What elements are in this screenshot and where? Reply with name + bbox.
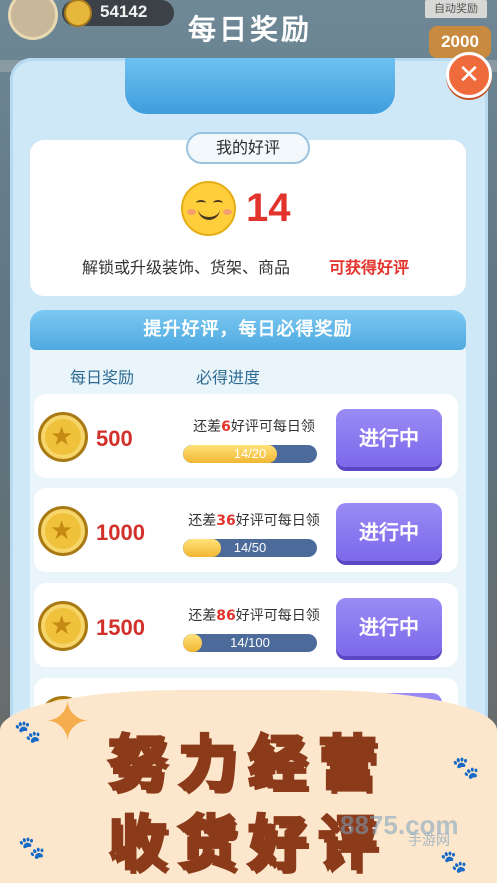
reward-amount: 1000 [96, 520, 145, 545]
smiley-icon [181, 181, 236, 236]
reward-amount: 500 [96, 426, 133, 451]
reward-banner: 提升好评，每日必得奖励 [30, 310, 466, 350]
in-progress-button[interactable]: 进行中 [336, 598, 442, 656]
reward-amount: 1500 [96, 615, 145, 640]
requirement-prefix: 还差 [188, 608, 217, 624]
requirement-suffix: 好评可每日领 [235, 513, 320, 529]
reward-row: ★ 1000 还差36好评可每日领 14/50 进行中 [34, 488, 458, 572]
review-count: 14 [246, 186, 291, 230]
auto-reward-label: 自动奖励 [425, 0, 487, 18]
progress-bar: 14/50 [183, 539, 317, 557]
coin-icon [64, 0, 92, 27]
requirement-number: 6 [221, 419, 231, 435]
reward-requirement: 还差6好评可每日领 [174, 416, 334, 436]
progress-bar: 14/100 [183, 634, 317, 652]
column-header-reward: 每日奖励 [70, 368, 135, 387]
reward-requirement: 还差36好评可每日领 [174, 510, 334, 530]
watermark-sub: 手游网 [408, 833, 450, 849]
in-progress-button[interactable]: 进行中 [336, 409, 442, 467]
requirement-prefix: 还差 [193, 419, 222, 435]
requirement-number: 36 [216, 513, 236, 529]
progress-bar: 14/20 [183, 445, 317, 463]
coin-icon: ★ [38, 412, 88, 462]
requirement-number: 86 [216, 608, 236, 624]
requirement-prefix: 还差 [188, 513, 217, 529]
reward-row: ★ 500 还差6好评可每日领 14/20 进行中 [34, 394, 458, 478]
coin-icon: ★ [38, 506, 88, 556]
requirement-suffix: 好评可每日领 [235, 608, 320, 624]
reward-row: ★ 1500 还差86好评可每日领 14/100 进行中 [34, 583, 458, 667]
promo-line-1: 努力经营 [107, 728, 389, 799]
column-header-progress: 必得进度 [196, 368, 261, 387]
progress-label: 14/100 [230, 635, 270, 650]
avatar[interactable] [8, 0, 58, 40]
my-reviews-label: 我的好评 [186, 132, 310, 164]
progress-label: 14/20 [233, 446, 267, 461]
modal-header [125, 58, 395, 114]
close-icon: ✕ [458, 60, 480, 90]
review-highlight: 可获得好评 [329, 258, 410, 277]
coin-icon: ★ [38, 601, 88, 651]
reward-requirement: 还差86好评可每日领 [174, 605, 334, 625]
requirement-suffix: 好评可每日领 [230, 419, 315, 435]
progress-label: 14/50 [233, 540, 267, 555]
modal-title: 每日奖励 [187, 13, 312, 46]
in-progress-button[interactable]: 进行中 [336, 503, 442, 561]
review-description: 解锁或升级装饰、货架、商品 [82, 258, 291, 277]
close-button[interactable]: ✕ [446, 52, 492, 98]
